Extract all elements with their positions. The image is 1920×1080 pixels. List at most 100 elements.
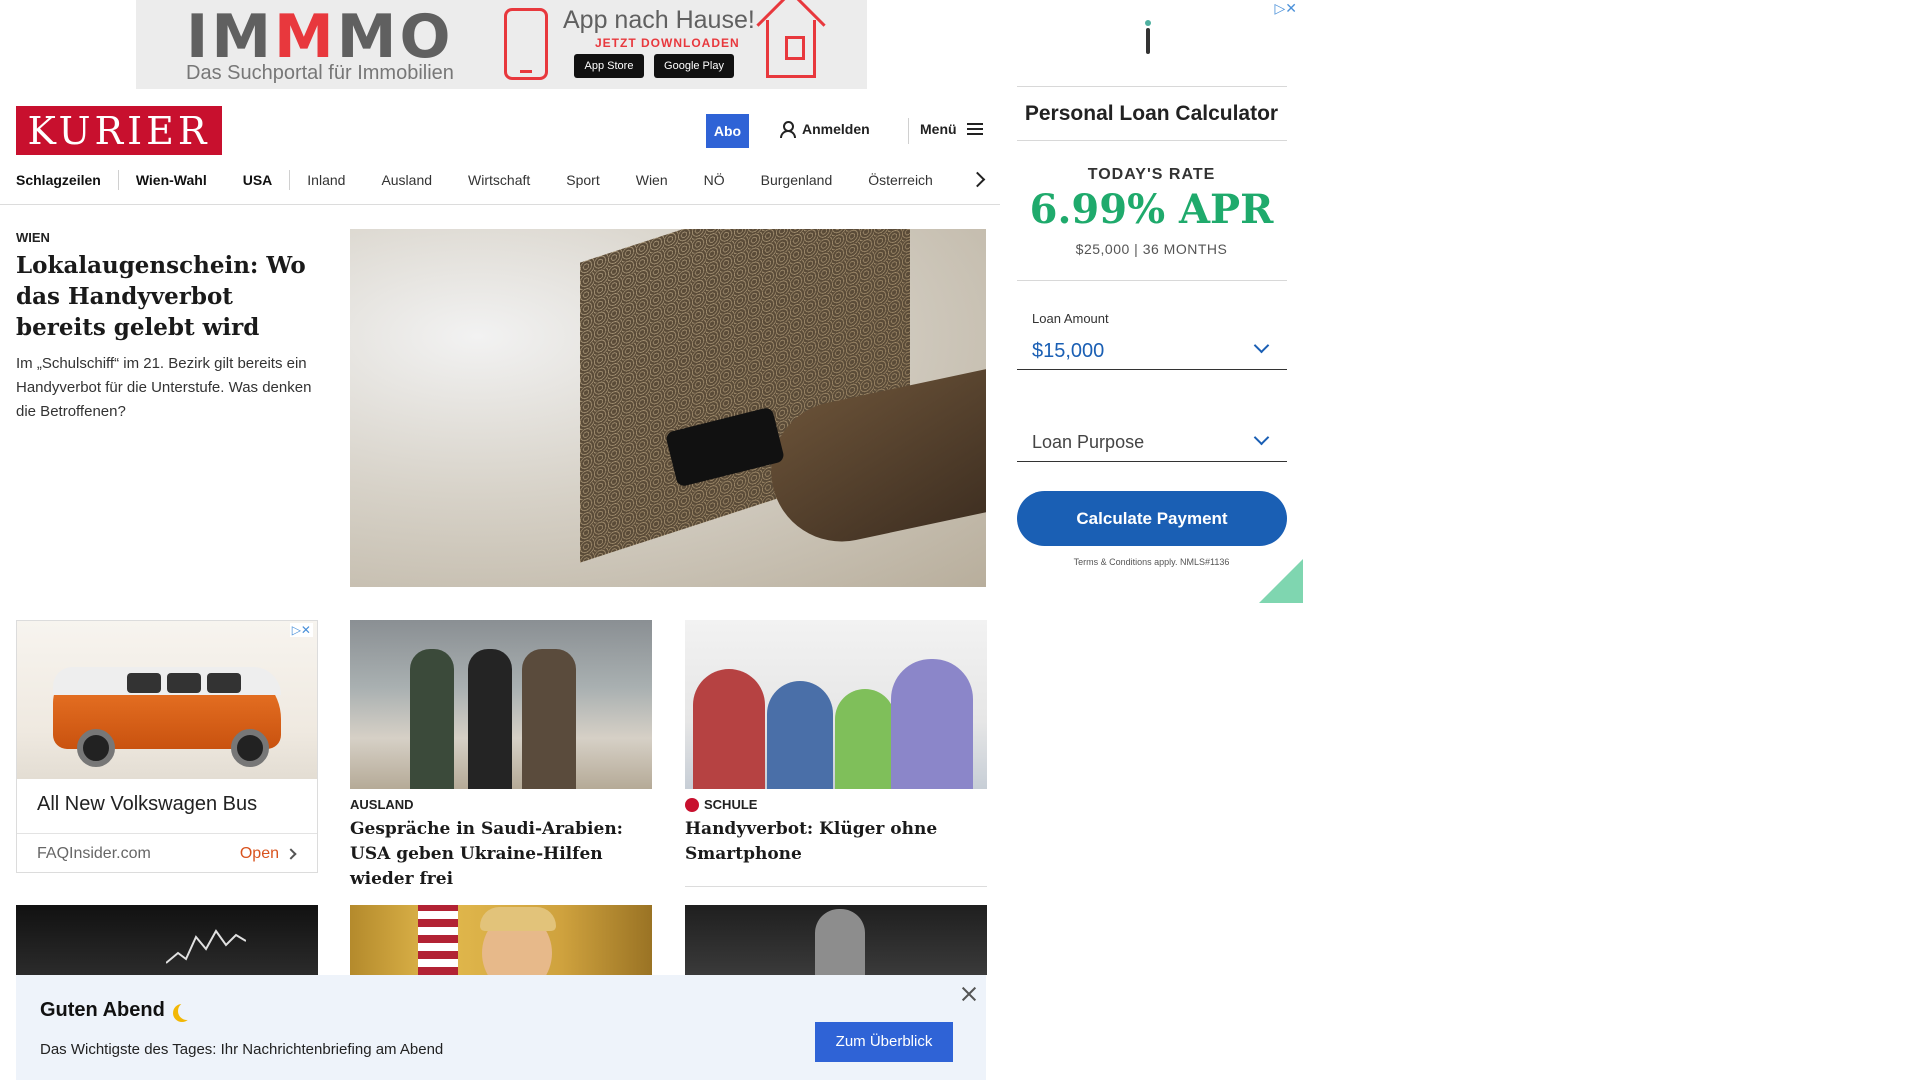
nav-item-wirtschaft[interactable]: Wirtschaft [468,172,530,188]
person-figure [835,689,895,789]
adchoices-icon[interactable]: ▷✕ [1275,0,1298,17]
article-card-ausland[interactable]: AUSLAND Gespräche in Saudi-Arabien: USA … [350,620,652,892]
van-wheel [77,729,115,767]
vw-ad-domain: FAQInsider.com [37,845,151,862]
nav-item-burgenland[interactable]: Burgenland [761,172,833,188]
loan-amount-label: Loan Amount [1032,311,1109,326]
ad-divider [1017,280,1287,281]
person-figure [522,649,576,789]
nav-item-schlagzeilen[interactable]: Schlagzeilen [16,172,101,188]
nav-item-sport[interactable]: Sport [566,172,599,188]
loan-amount-value: $15,000 [1032,340,1105,362]
article-card-schule[interactable]: SCHULE Handyverbot: Klüger ohne Smartpho… [685,620,987,867]
nav-item-usa[interactable]: USA [243,172,273,188]
lead-headline[interactable]: Lokalaugenschein: Wo das Handyverbot ber… [16,250,316,343]
google-play-badge[interactable]: Google Play [654,54,734,78]
app-promo-title: App nach Hause! [563,6,755,34]
chevron-down-icon [1253,337,1270,354]
house-icon [766,20,816,78]
van-wheel [231,729,269,767]
menu-label: Menü [920,121,957,137]
nav-item-oesterreich[interactable]: Österreich [868,172,933,188]
close-icon[interactable] [960,985,978,1003]
vw-ad-open-button[interactable]: Open [239,845,297,863]
nav-scroll-right-icon[interactable] [972,170,984,190]
rate-terms: $25,000 | 36 MONTHS [1075,241,1228,257]
article-image-fashion[interactable] [685,905,987,975]
kurier-k-icon [685,797,699,812]
article-image-stock-market[interactable] [16,905,318,975]
briefing-overview-button[interactable]: Zum Überblick [815,1022,953,1062]
rate-value: 6.99% APR [1029,186,1274,233]
ad-divider [1017,140,1287,141]
header-divider [908,118,909,144]
lead-teaser[interactable]: Im „Schulschiff“ im 21. Bezirk gilt bere… [16,352,316,424]
van-window [167,673,201,693]
article-image-trump[interactable] [350,905,652,975]
volkswagen-ad[interactable]: ▷✕ All New Volkswagen Bus FAQInsider.com… [16,620,318,873]
person-figure [410,649,454,789]
app-promo-subtitle: JETZT DOWNLOADEN [595,36,740,50]
van-window [127,673,161,693]
loan-purpose-select[interactable]: Loan Purpose [1017,426,1287,462]
ad-divider [1017,86,1287,87]
loan-disclaimer: Terms & Conditions apply. NMLS#1136 [1073,557,1230,567]
menu-button[interactable]: Menü [920,121,983,137]
loan-amount-select[interactable]: $15,000 [1017,334,1287,370]
top-banner-ad[interactable]: IMMMO Das Suchportal für Immobilien App … [136,0,867,89]
rate-label: TODAY'S RATE [1087,166,1216,183]
article-headline[interactable]: Gespräche in Saudi-Arabien: USA geben Uk… [350,817,652,892]
moon-icon [178,1002,196,1020]
nav-item-wien[interactable]: Wien [636,172,668,188]
loan-calculator-ad[interactable]: ▷✕ Personal Loan Calculator TODAY'S RATE… [1000,0,1303,603]
article-image-saudi-talks[interactable] [350,620,652,789]
lead-kicker[interactable]: WIEN [16,230,50,245]
user-icon [780,121,796,138]
loan-calculator-title: Personal Loan Calculator [1024,102,1279,125]
van-window [207,673,241,693]
nav-divider [289,170,291,190]
chevron-right-icon [285,848,297,860]
hamburger-icon [966,123,983,135]
advertiser-logo-icon [1145,20,1151,54]
nav-item-wien-wahl[interactable]: Wien-Wahl [136,172,207,188]
article-kicker: SCHULE [685,797,987,812]
login-label: Anmelden [802,121,870,137]
us-flag [418,905,458,975]
calculate-payment-button[interactable]: Calculate Payment [1017,491,1287,546]
nav-item-noe[interactable]: NÖ [704,172,725,188]
nav-item-inland[interactable]: Inland [307,172,345,188]
ad-corner-decoration [1259,559,1303,603]
hair [480,907,556,931]
phone-icon [504,8,548,80]
adchoices-icon[interactable]: ▷✕ [289,623,313,637]
evening-briefing-banner: Guten Abend Das Wichtigste des Tages: Ih… [16,975,986,1080]
app-store-badge[interactable]: App Store [574,54,644,78]
immmo-tagline: Das Suchportal für Immobilien [186,62,454,84]
nav-divider [117,170,119,190]
article-kicker: AUSLAND [350,797,414,812]
chevron-down-icon [1253,429,1270,446]
stock-chart-icon [166,929,246,964]
briefing-subtitle: Das Wichtigste des Tages: Ihr Nachrichte… [40,1041,444,1058]
vw-ad-divider [17,833,317,834]
abo-button[interactable]: Abo [706,114,749,148]
person-figure [815,909,865,975]
person-figure [693,669,765,789]
person-figure [891,659,973,789]
lead-image[interactable] [350,229,986,587]
nav-divider-line [0,204,1000,205]
article-headline[interactable]: Handyverbot: Klüger ohne Smartphone [685,817,987,867]
person-figure [767,681,833,789]
kurier-logo[interactable]: KURIER [16,106,222,155]
vw-bus-image[interactable]: ▷✕ [17,621,317,779]
login-link[interactable]: Anmelden [780,121,870,138]
row-divider [685,886,987,887]
vw-ad-open-label: Open [239,845,279,862]
briefing-title: Guten Abend [40,999,191,1022]
loan-purpose-placeholder: Loan Purpose [1032,432,1145,452]
nav-item-ausland[interactable]: Ausland [381,172,432,188]
article-image-teens-phones[interactable] [685,620,987,789]
vw-ad-title[interactable]: All New Volkswagen Bus [37,793,257,816]
category-nav: Schlagzeilen Wien-Wahl USA Inland Auslan… [16,168,933,192]
